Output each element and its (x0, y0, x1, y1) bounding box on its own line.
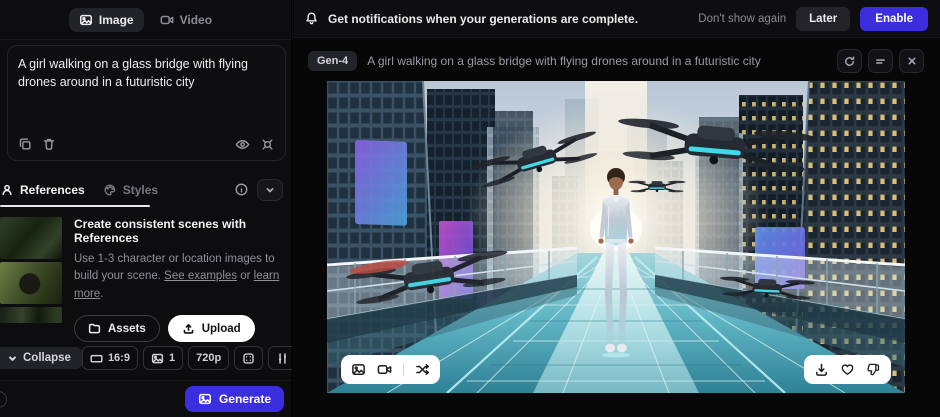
enable-button[interactable]: Enable (860, 6, 928, 31)
upload-icon (182, 322, 195, 335)
assets-button[interactable]: Assets (74, 315, 160, 342)
model-badge: Gen-4 (308, 51, 358, 71)
image-icon (198, 392, 212, 406)
bell-icon (304, 11, 319, 26)
credits-indicator[interactable] (0, 391, 7, 408)
reuse-settings-button[interactable] (837, 49, 862, 73)
generate-button[interactable]: Generate (184, 386, 284, 412)
tab-image-label: Image (98, 12, 134, 27)
heart-icon[interactable] (840, 362, 855, 377)
tab-references[interactable]: References (0, 183, 85, 197)
download-icon[interactable] (814, 362, 829, 377)
details-button[interactable] (868, 49, 893, 73)
generation-header: Gen-4 A girl walking on a glass bridge w… (292, 38, 940, 81)
generation-prompt: A girl walking on a glass bridge with fl… (367, 54, 761, 68)
seed-button[interactable] (234, 346, 264, 370)
divider (403, 363, 404, 376)
prompt-input[interactable]: A girl walking on a glass bridge with fl… (18, 55, 275, 91)
dont-show-again-button[interactable]: Don't show again (698, 13, 786, 25)
reference-thumbnail[interactable] (0, 261, 62, 304)
folder-icon (88, 322, 101, 335)
resolution-button[interactable]: 720p (188, 346, 230, 370)
active-tab-indicator (0, 204, 150, 207)
thumbs-down-icon[interactable] (866, 362, 881, 377)
copy-icon[interactable] (18, 137, 32, 151)
app-window: Image Video A girl walking on a glass br… (0, 0, 940, 417)
tab-video-label: Video (179, 12, 213, 27)
image-actions-left (341, 355, 440, 384)
reference-thumbnail[interactable] (0, 216, 62, 259)
lines-icon (874, 55, 887, 68)
use-as-image-icon[interactable] (351, 362, 366, 377)
reference-thumbnails (0, 216, 62, 323)
tab-video[interactable]: Video (150, 8, 222, 32)
references-description: Use 1-3 character or location images to … (74, 252, 280, 301)
eye-icon[interactable] (235, 137, 250, 152)
references-section: Create consistent scenes with References… (0, 216, 291, 342)
close-button[interactable] (899, 49, 924, 73)
notification-message: Get notifications when your generations … (328, 11, 639, 26)
generation-settings-bar: Collapse 16:9 1 720p (0, 342, 298, 374)
prompt-actions (18, 137, 275, 152)
image-actions-right (804, 355, 891, 384)
use-as-video-icon[interactable] (377, 362, 392, 377)
panel-footer: Generate (0, 380, 291, 417)
mode-tab-bar: Image Video (0, 0, 291, 40)
collapse-button[interactable]: Collapse (0, 347, 82, 369)
tab-references-label: References (20, 182, 85, 197)
tab-styles[interactable]: Styles (103, 183, 158, 197)
later-button[interactable]: Later (796, 6, 851, 31)
see-examples-link[interactable]: See examples (164, 270, 237, 282)
tab-image[interactable]: Image (68, 7, 144, 32)
trash-icon[interactable] (42, 137, 56, 151)
person-icon (0, 183, 14, 197)
palette-icon (103, 183, 117, 197)
panel-tab-bar: References Styles (0, 173, 291, 207)
shuffle-icon[interactable] (415, 362, 430, 377)
close-icon (906, 55, 918, 67)
prompt-panel: Image Video A girl walking on a glass br… (0, 0, 298, 417)
tab-styles-label: Styles (122, 182, 159, 197)
image-icon (151, 352, 164, 365)
chevron-down-icon (264, 184, 276, 196)
refresh-icon (843, 55, 856, 68)
display-icon (90, 352, 103, 365)
video-camera-icon (160, 13, 174, 27)
prompt-card: A girl walking on a glass bridge with fl… (7, 45, 286, 161)
image-count-button[interactable]: 1 (142, 346, 184, 370)
generated-image-container[interactable] (327, 81, 905, 393)
reference-thumbnail[interactable] (0, 306, 62, 323)
generated-image (327, 81, 905, 393)
notification-bar: Get notifications when your generations … (292, 0, 940, 38)
sliders-icon (276, 352, 289, 365)
chevron-down-icon (7, 353, 18, 364)
collapse-section-button[interactable] (257, 178, 283, 201)
session-panel: Get notifications when your generations … (292, 0, 940, 417)
aspect-ratio-button[interactable]: 16:9 (81, 346, 138, 370)
info-icon[interactable] (234, 182, 249, 197)
upload-button[interactable]: Upload (167, 315, 255, 342)
dice-icon (242, 352, 255, 365)
references-title: Create consistent scenes with References (74, 216, 247, 245)
prompt-enhance-icon[interactable] (260, 137, 275, 152)
image-icon (79, 13, 93, 27)
